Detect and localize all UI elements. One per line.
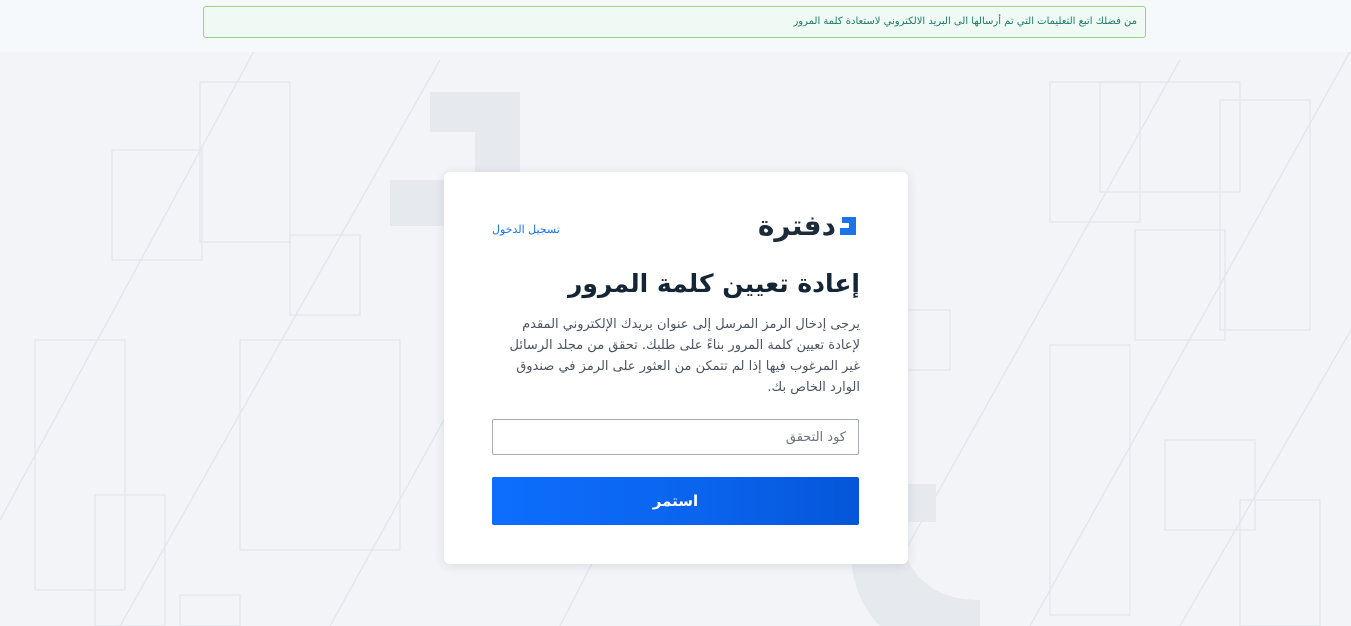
instructions-text: يرجى إدخال الرمز المرسل إلى عنوان بريدك … xyxy=(509,317,861,395)
logo-mark-icon xyxy=(838,215,860,237)
brand-logo[interactable]: دفترة xyxy=(758,208,860,244)
alert-message: من فضلك اتبع التعليمات التي تم أرسالها ا… xyxy=(793,16,1137,27)
continue-button[interactable]: استمر xyxy=(492,477,859,525)
info-alert: من فضلك اتبع التعليمات التي تم أرسالها ا… xyxy=(203,6,1146,38)
page-title: إعادة تعيين كلمة المرور xyxy=(567,269,860,298)
reset-password-card: دفترة تسجيل الدخول إعادة تعيين كلمة المر… xyxy=(444,172,908,564)
logo-text: دفترة xyxy=(757,209,836,242)
verification-code-input[interactable] xyxy=(492,419,859,455)
login-link[interactable]: تسجيل الدخول xyxy=(492,222,560,238)
